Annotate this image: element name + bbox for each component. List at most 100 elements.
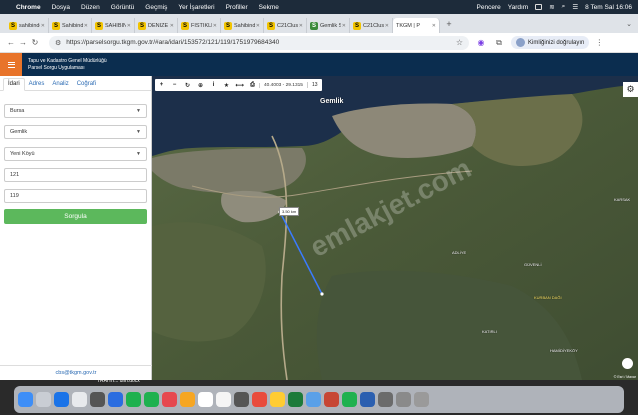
more-menu-icon[interactable]: ⋮ [595,38,603,47]
favorite-star-icon[interactable]: ★ [220,82,233,89]
close-icon[interactable]: ✕ [256,23,260,29]
close-icon[interactable]: ✕ [41,23,45,29]
parsel-input[interactable]: 119 [4,189,147,203]
tab-search-icon[interactable]: ⌄ [626,20,632,28]
reload-icon[interactable]: ↻ [29,38,41,47]
close-icon[interactable]: ✕ [385,23,389,29]
satellite-map[interactable]: + − ↻ ⊕ i ★ ⟷ ⎙ 40.4003 - 29.1315 13 ⚙ e… [152,76,638,380]
close-icon[interactable]: ✕ [84,23,88,29]
calendar-icon[interactable] [198,392,213,407]
menu-yer-isaretleri[interactable]: Yer İşaretleri [178,4,214,11]
province-select[interactable]: Bursa ▼ [4,104,147,118]
tab-analiz[interactable]: Analiz [48,81,72,90]
district-value: Gemlik [10,129,28,135]
refresh-icon[interactable]: ↻ [181,82,194,89]
reminders-icon[interactable] [216,392,231,407]
facetime-icon[interactable] [144,392,159,407]
whatsapp-icon[interactable] [342,392,357,407]
messages-icon[interactable] [126,392,141,407]
zoom-out-icon[interactable]: − [168,82,181,88]
battery-icon[interactable] [535,4,543,10]
control-center-icon[interactable]: ☰ [572,3,578,11]
tab-3[interactable]: S SAHİBİN ✕ [92,18,135,33]
chrome-icon[interactable] [72,392,87,407]
notes-icon[interactable] [180,392,195,407]
close-icon[interactable]: ✕ [432,23,436,29]
settings-app-icon[interactable] [306,392,321,407]
downloads-icon[interactable] [396,392,411,407]
close-icon[interactable]: ✕ [213,23,217,29]
menu-goruntu[interactable]: Görüntü [111,4,135,11]
extension-icon[interactable]: ◉ [475,38,487,47]
extensions-puzzle-icon[interactable]: ⧉ [493,38,505,48]
menu-sekme[interactable]: Sekme [259,4,279,11]
ada-input[interactable]: 121 [4,168,147,182]
menu-app-chrome[interactable]: Chrome [16,4,41,11]
tab-2[interactable]: SSahibinde✕ [49,18,92,33]
print-icon[interactable]: ⎙ [246,82,259,89]
safari-icon[interactable] [54,392,69,407]
close-icon[interactable]: ✕ [127,23,131,29]
site-favicon-icon: S [353,21,361,30]
tab-7[interactable]: S C21Clus ✕ [264,18,307,33]
tab-9[interactable]: S C21Clus ✕ [350,18,393,33]
footer-email-link[interactable]: cbs@tkgm.gov.tr [0,370,152,376]
wifi-icon[interactable]: ≋ [549,3,554,11]
tab-4[interactable]: SDENİZE S✕ [135,18,178,33]
mail-icon[interactable] [108,392,123,407]
info-icon[interactable]: i [207,82,220,88]
url-text[interactable]: https://parselsorgu.tkgm.gov.tr/#ara/ida… [66,39,456,46]
menu-yardim[interactable]: Yardım [508,4,528,11]
tab-1[interactable]: Ssahibinde✕ [6,18,49,33]
profile-button[interactable]: Kimliğinizi doğrulayın [511,36,590,49]
photos-app-icon[interactable] [162,392,177,407]
settings-gear-icon[interactable]: ⚙ [623,82,638,97]
search-icon[interactable]: ⌕ [562,3,566,11]
tab-cografi[interactable]: Coğrafi [73,81,100,90]
district-select[interactable]: Gemlik ▼ [4,125,147,139]
powerpoint-icon[interactable] [324,392,339,407]
music-icon[interactable] [234,392,249,407]
tab-6[interactable]: SSahibinde✕ [221,18,264,33]
menu-duzen[interactable]: Düzen [81,4,100,11]
neighborhood-select[interactable]: Yeni Köyü ▼ [4,147,147,161]
close-icon[interactable]: ✕ [170,23,174,29]
tab-8[interactable]: S Gemlik S ✕ [307,18,350,33]
locate-icon[interactable]: ⊕ [194,82,207,89]
footer-divider [0,365,152,366]
bookmark-star-icon[interactable]: ☆ [456,38,463,47]
query-button[interactable]: Sorgula [4,209,147,224]
hamburger-menu-button[interactable] [0,53,22,76]
new-tab-button[interactable]: + [443,19,455,29]
address-bar[interactable]: ⚙ https://parselsorgu.tkgm.gov.tr/#ara/i… [49,35,469,50]
word-icon[interactable] [360,392,375,407]
tab-adres[interactable]: Adres [25,81,49,90]
menu-profiller[interactable]: Profiller [226,4,248,11]
podcast-icon[interactable] [252,392,267,407]
tab-idari[interactable]: İdari [3,78,25,91]
close-icon[interactable]: ✕ [342,23,346,29]
preview-icon[interactable] [378,392,393,407]
zoom-in-icon[interactable]: + [155,82,168,88]
app-store-icon[interactable] [270,392,285,407]
close-icon[interactable]: ✕ [299,23,303,29]
chat-bubble-icon[interactable] [622,358,633,369]
province-value: Bursa [10,108,25,114]
forward-icon[interactable]: → [17,38,29,47]
site-info-icon[interactable]: ⚙ [55,39,61,47]
tab-5[interactable]: S FISTIKLI ✕ [178,18,221,33]
map-imagery [152,76,638,380]
back-icon[interactable]: ← [5,38,17,47]
clock[interactable]: 8 Tem Sal 16:06 [585,4,632,11]
tab-10-active[interactable]: ⌖TKGM | P✕ [154,18,440,97]
launchpad-icon[interactable] [36,392,51,407]
trash-icon[interactable] [414,392,429,407]
photos-icon[interactable] [90,392,105,407]
menu-gecmis[interactable]: Geçmiş [145,4,167,11]
measure-icon[interactable]: ⟷ [233,82,246,89]
excel-icon[interactable] [288,392,303,407]
map-toolbar: + − ↻ ⊕ i ★ ⟷ ⎙ 40.4003 - 29.1315 13 [155,79,322,91]
menu-dosya[interactable]: Dosya [52,4,70,11]
menu-pencere[interactable]: Pencere [477,4,501,11]
finder-icon[interactable] [18,392,33,407]
